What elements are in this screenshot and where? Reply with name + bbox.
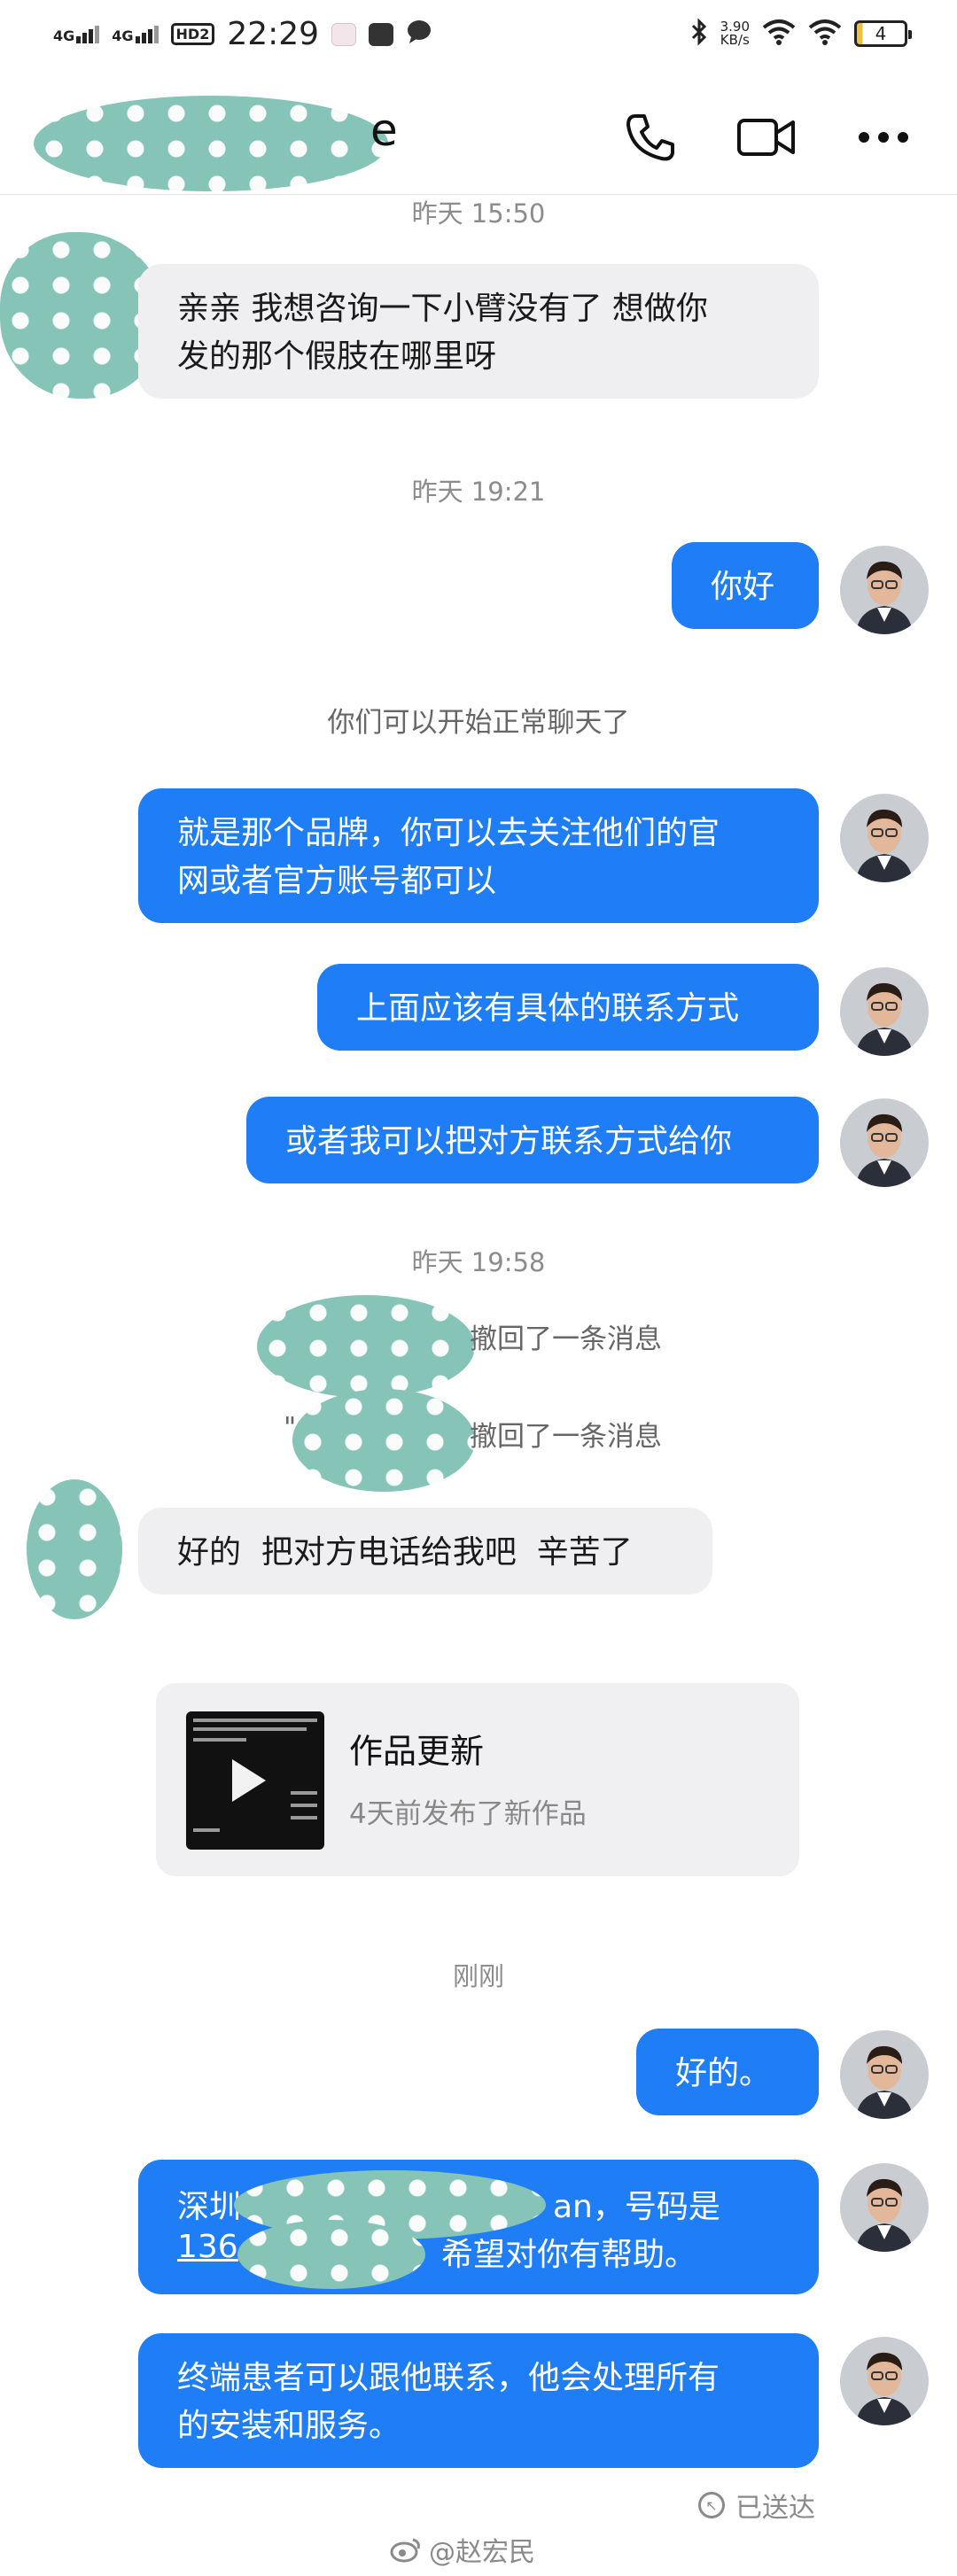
message-text-line: 终端患者可以跟他联系，他会处理所有 — [177, 2360, 720, 2396]
message-text-line: 网或者官方账号都可以 — [177, 863, 497, 899]
my-avatar[interactable] — [840, 2337, 929, 2425]
profile-photo-icon — [840, 2337, 929, 2425]
redaction-mask — [237, 2220, 425, 2289]
outgoing-message[interactable]: 或者我可以把对方联系方式给你 — [246, 1097, 819, 1183]
incoming-message[interactable]: 好的 把对方电话给我吧 辛苦了 — [138, 1508, 712, 1594]
outgoing-message[interactable]: 终端患者可以跟他联系，他会处理所有 的安装和服务。 — [138, 2333, 819, 2468]
signal-type-2: 4G — [112, 27, 134, 44]
weibo-logo-icon — [390, 2538, 420, 2563]
more-options-button[interactable] — [852, 106, 914, 168]
outgoing-message[interactable]: 上面应该有具体的联系方式 — [317, 964, 819, 1051]
my-avatar[interactable] — [840, 2030, 929, 2119]
outgoing-message[interactable]: 你好 — [672, 542, 819, 629]
card-subtitle: 4天前发布了新作品 — [349, 1798, 587, 1830]
message-text-part: 希望对你有帮助。 — [441, 2237, 697, 2273]
timestamp: 昨天 19:21 — [411, 477, 546, 507]
status-bar: 4G 4G HD2 22:29 3.90 KB/s 4 — [0, 0, 957, 71]
my-avatar[interactable] — [840, 967, 929, 1056]
message-text-line: 发的那个假肢在哪里呀 — [177, 338, 497, 375]
profile-photo-icon — [840, 2030, 929, 2119]
timestamp: 刚刚 — [452, 1961, 504, 1991]
delivery-status: ↖ 已送达 — [698, 2486, 815, 2525]
clock: 22:29 — [227, 16, 320, 52]
redaction-mask — [34, 96, 388, 191]
message-text-line: 亲亲 我想咨询一下小臂没有了 想做你 — [177, 291, 708, 327]
system-message: 你们可以开始正常聊天了 — [327, 707, 630, 739]
chat-header: e — [0, 80, 957, 195]
hd-icon: HD2 — [170, 23, 215, 45]
speed-unit: KB/s — [720, 32, 750, 48]
timestamp: 昨天 15:50 — [411, 198, 546, 229]
message-text: 好的。 — [675, 2055, 772, 2091]
signal-icon: 4G — [112, 25, 159, 44]
chat-notification-icon — [406, 17, 432, 52]
message-text: 或者我可以把对方联系方式给你 — [285, 1123, 733, 1160]
signal-type-1: 4G — [53, 27, 75, 44]
message-text: 好的 把对方电话给我吧 辛苦了 — [177, 1534, 633, 1571]
delivered-check-icon: ↖ — [698, 2492, 725, 2518]
more-dots-icon — [859, 132, 908, 143]
profile-photo-icon — [840, 967, 929, 1056]
redaction-mask — [257, 1295, 475, 1398]
bluetooth-icon — [690, 18, 708, 50]
recall-notice: 撤回了一条消息 — [470, 1421, 662, 1453]
status-right: 3.90 KB/s 4 — [690, 18, 912, 50]
signal-icon: 4G — [53, 25, 100, 44]
phone-call-button[interactable] — [619, 106, 681, 168]
contact-avatar-redacted — [27, 1479, 122, 1619]
video-camera-icon — [737, 119, 795, 156]
profile-photo-icon — [840, 1098, 929, 1187]
delivery-status-text: 已送达 — [735, 2493, 815, 2524]
my-avatar[interactable] — [840, 546, 929, 634]
contact-name: e — [370, 105, 398, 156]
profile-photo-icon — [840, 794, 929, 882]
incoming-message[interactable]: 亲亲 我想咨询一下小臂没有了 想做你 发的那个假肢在哪里呀 — [138, 264, 819, 399]
message-text-part: an，号码是 — [553, 2189, 720, 2225]
timestamp: 昨天 19:58 — [411, 1247, 546, 1277]
phone-icon — [626, 114, 674, 161]
card-title: 作品更新 — [349, 1732, 485, 1771]
wifi-icon — [762, 19, 796, 49]
app-notification-icon — [331, 22, 357, 46]
recall-notice: 撤回了一条消息 — [470, 1323, 662, 1355]
message-text-part: 深圳 — [177, 2189, 242, 2225]
play-icon — [232, 1759, 266, 1802]
battery-level: 4 — [875, 23, 887, 44]
battery-icon: 4 — [854, 20, 912, 47]
message-text: 上面应该有具体的联系方式 — [356, 990, 740, 1027]
outgoing-message[interactable]: 就是那个品牌，你可以去关注他们的官 网或者官方账号都可以 — [138, 788, 819, 923]
message-text: 你好 — [711, 569, 775, 605]
my-avatar[interactable] — [840, 794, 929, 882]
my-avatar[interactable] — [840, 1098, 929, 1187]
video-thumbnail[interactable] — [186, 1711, 324, 1850]
phone-number-link[interactable]: 136 — [177, 2229, 238, 2265]
profile-photo-icon — [840, 2163, 929, 2252]
watermark-text: @赵宏民 — [429, 2537, 535, 2568]
message-text-line: 的安装和服务。 — [177, 2408, 401, 2444]
watermark: @赵宏民 — [390, 2530, 535, 2569]
profile-photo-icon — [840, 546, 929, 634]
status-left: 4G 4G HD2 22:29 — [53, 16, 432, 52]
my-avatar[interactable] — [840, 2163, 929, 2252]
outgoing-message[interactable]: 好的。 — [636, 2029, 819, 2115]
gallery-notification-icon — [369, 22, 394, 46]
redaction-mask — [292, 1389, 475, 1492]
wifi-icon-2 — [808, 19, 842, 49]
network-speed: 3.90 KB/s — [720, 20, 750, 47]
video-call-button[interactable] — [735, 106, 798, 168]
message-text-line: 就是那个品牌，你可以去关注他们的官 — [177, 815, 720, 851]
